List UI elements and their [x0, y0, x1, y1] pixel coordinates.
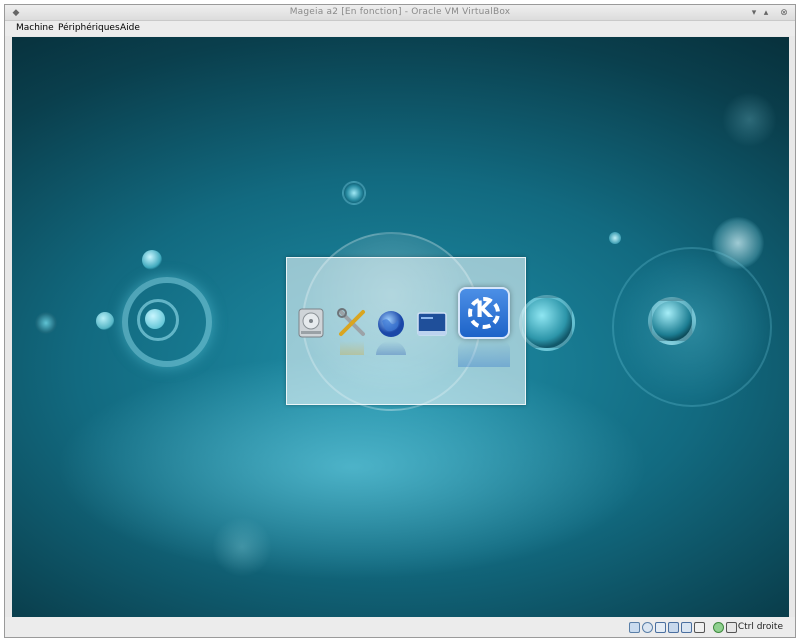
display-icon[interactable]: [694, 622, 705, 633]
menu-peripheriques[interactable]: Périphériques: [58, 23, 120, 33]
shared-folders-icon[interactable]: [668, 622, 679, 633]
tools-reflection: [340, 341, 364, 355]
title-bar[interactable]: ◆ Mageia a2 [En fonction] - Oracle VM Vi…: [5, 5, 795, 21]
close-icon[interactable]: ⊗: [779, 8, 789, 18]
hard-disk-activity-icon[interactable]: [629, 622, 640, 633]
globe-icon: [378, 311, 404, 337]
hard-disk-icon: [298, 308, 324, 338]
orb-small-1: [142, 250, 162, 270]
kde-logo-reflection: [458, 341, 510, 367]
minimize-icon[interactable]: ▾: [749, 8, 759, 18]
status-bar: Ctrl droite: [5, 617, 795, 637]
menu-machine[interactable]: Machine: [16, 23, 54, 33]
orb-small-4: [609, 232, 621, 244]
kde-logo-icon: K: [458, 287, 510, 339]
maximize-icon[interactable]: ▴: [761, 8, 771, 18]
optical-drive-icon[interactable]: [642, 622, 653, 633]
guest-display[interactable]: K: [12, 37, 789, 617]
network-icon[interactable]: [681, 622, 692, 633]
window-title: Mageia a2 [En fonction] - Oracle VM Virt…: [289, 7, 511, 17]
orb-top: [342, 181, 366, 205]
tools-icon: [337, 308, 365, 336]
desktop-icon: [417, 312, 447, 336]
menu-aide[interactable]: Aide: [120, 23, 140, 33]
orb-left-core: [145, 309, 165, 329]
virtualization-icon[interactable]: [713, 622, 724, 633]
kde-logo-letter: K: [475, 298, 493, 323]
orb-panel-right: [519, 295, 575, 351]
usb-icon[interactable]: [655, 622, 666, 633]
orb-small-2: [35, 312, 57, 334]
mouse-integration-icon[interactable]: [726, 622, 737, 633]
host-key-label: Ctrl droite: [737, 622, 783, 632]
virtualbox-window: ◆ Mageia a2 [En fonction] - Oracle VM Vi…: [4, 4, 796, 638]
orb-glow-topright: [722, 92, 777, 147]
menu-bar: Machine Périphériques Aide: [5, 21, 795, 36]
orb-small-3: [96, 312, 114, 330]
orb-glow-bottom: [212, 517, 272, 577]
orb-right-core: [648, 297, 696, 345]
